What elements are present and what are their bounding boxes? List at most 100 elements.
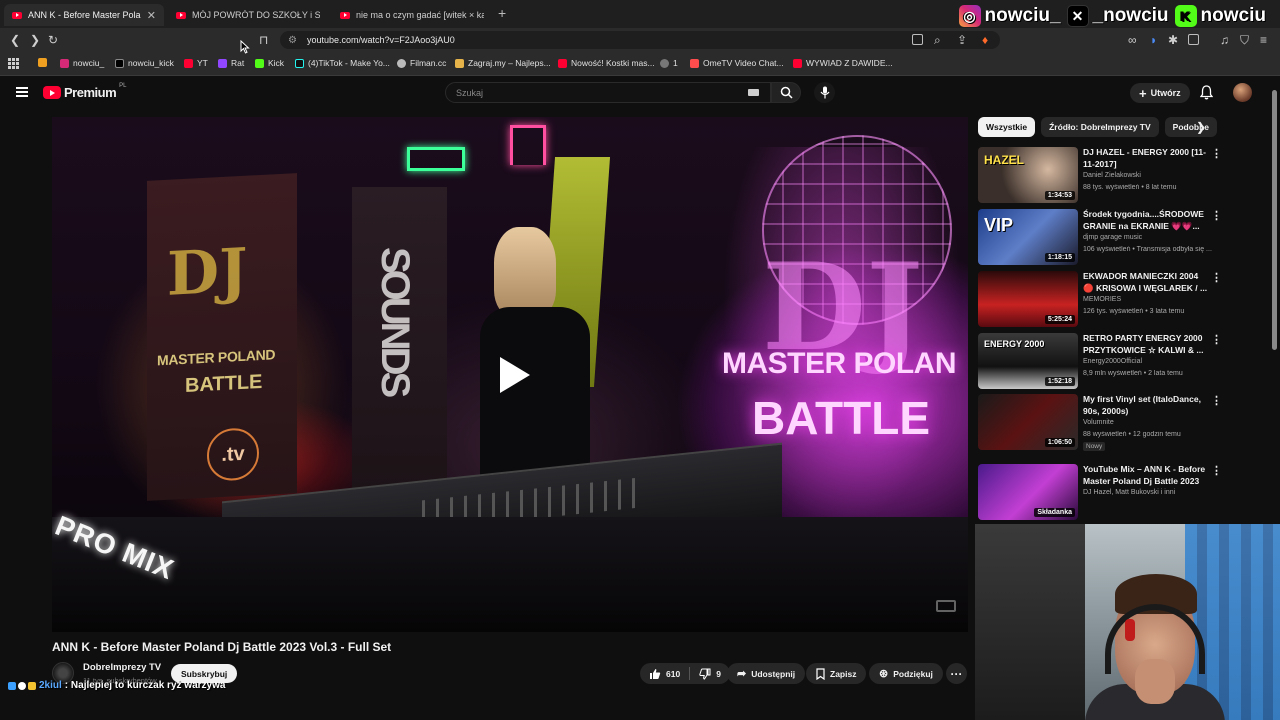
zoom-icon[interactable]: ⌕ [934, 33, 941, 48]
create-button[interactable]: + Utwórz [1130, 83, 1190, 103]
recommendation-channel[interactable]: MEMORIES [1083, 296, 1121, 303]
bookmark-rat[interactable]: Rat [218, 58, 244, 68]
browser-tab-2[interactable]: MÓJ POWRÓT DO SZKOŁY i SMUTNY [168, 4, 328, 26]
search-input[interactable]: Szukaj [445, 82, 771, 103]
recommendation-item[interactable]: ENERGY 2000 1:52:18 RETRO PARTY ENERGY 2… [978, 333, 1223, 391]
youtube-premium-logo[interactable]: Premium PL [43, 83, 126, 100]
kebab-menu-icon[interactable]: ⋮ [1211, 271, 1222, 284]
video-thumbnail[interactable]: HAZEL 1:34:53 [978, 147, 1078, 203]
site-info-icon[interactable]: ⚙ [288, 35, 297, 46]
chip-similar[interactable]: Podobne [1164, 117, 1218, 137]
browser-tab-title: ANN K - Before Master Polan [28, 10, 141, 20]
bookmark-yt[interactable]: YT [184, 58, 208, 68]
recommendation-channel[interactable]: Daniel Zielakowski [1083, 172, 1141, 179]
bookmark-tiktok[interactable]: (4)TikTok - Make Yo... [295, 58, 390, 68]
player-cast-icon[interactable] [936, 600, 956, 612]
video-thumbnail[interactable]: Składanka [978, 464, 1078, 520]
url-field[interactable]: ⚙ youtube.com/watch?v=F2JAoo3jAU0 [280, 31, 1000, 49]
keyboard-icon[interactable] [748, 89, 759, 96]
extensions-icon[interactable]: ✱ [1168, 33, 1178, 47]
recommendation-channel[interactable]: DJ Hazel, Matt Bukovski i inni [1083, 489, 1175, 496]
recommendation-title[interactable]: DJ HAZEL - ENERGY 2000 [11-11-2017] [1083, 147, 1208, 170]
bookmark-globe[interactable]: 1 [660, 58, 678, 68]
sidebar-toggle-icon[interactable] [1188, 34, 1199, 45]
youtube-favicon-icon [176, 11, 186, 19]
recommendation-channel[interactable]: Volumnite [1083, 419, 1114, 426]
thumbnail-text: ENERGY 2000 [984, 339, 1045, 349]
video-player[interactable]: DJ MASTER POLAND BATTLE .tv SOUNDS DJ MA… [52, 117, 968, 632]
play-icon[interactable] [496, 355, 532, 395]
video-thumbnail[interactable]: VIP 1:18:15 [978, 209, 1078, 265]
reload-icon[interactable]: ↻ [48, 33, 58, 47]
recommendation-title[interactable]: EKWADOR MANIECZKI 2004 🔴 KRISOWA I WĘGLA… [1083, 271, 1208, 294]
account-avatar[interactable] [1233, 83, 1252, 102]
chat-username: 2kiul [39, 680, 62, 691]
bookmark-filman[interactable]: Filman.cc [397, 58, 446, 68]
kebab-menu-icon[interactable]: ⋮ [1211, 147, 1222, 160]
thanks-button[interactable]: ⊛ Podziękuj [869, 663, 943, 684]
bookmark-x[interactable]: nowciu_kick [115, 58, 174, 68]
back-arrow-icon[interactable]: ❮ [10, 33, 20, 47]
page-scrollbar[interactable] [1272, 90, 1277, 350]
forward-arrow-icon[interactable]: ❯ [30, 33, 40, 47]
hamburger-menu-icon[interactable] [16, 87, 28, 97]
kebab-menu-icon[interactable]: ⋮ [1211, 333, 1222, 346]
channel-name[interactable]: DobreImprezy TV [83, 662, 161, 673]
recommendation-title[interactable]: YouTube Mix – ANN K - Before Master Pola… [1083, 464, 1208, 487]
bookmark-kick[interactable]: Kick [255, 58, 284, 68]
recommendation-item[interactable]: VIP 1:18:15 Środek tygodnia....ŚRODOWE G… [978, 209, 1223, 267]
recommendation-title[interactable]: Środek tygodnia....ŚRODOWE GRANIE na EKR… [1083, 209, 1208, 232]
youtube-logo-icon [43, 86, 61, 99]
apps-grid-icon[interactable] [8, 58, 19, 69]
more-options-icon[interactable]: ··· [946, 663, 967, 684]
recommendation-item[interactable]: HAZEL 1:34:53 DJ HAZEL - ENERGY 2000 [11… [978, 147, 1223, 205]
video-thumbnail[interactable]: ENERGY 2000 1:52:18 [978, 333, 1078, 389]
menu-icon[interactable]: ≡ [1260, 33, 1267, 47]
recommendation-item[interactable]: 1:06:50 My first Vinyl set (ItaloDance, … [978, 394, 1223, 452]
video-duration: 1:18:15 [1044, 253, 1075, 262]
shield-icon[interactable]: ⛉ [1240, 33, 1249, 48]
cast-icon[interactable] [912, 34, 923, 45]
chips-next-arrow-icon[interactable]: ❯ [1196, 120, 1206, 134]
dislike-button[interactable]: 9 [690, 663, 730, 684]
chip-all[interactable]: Wszystkie [978, 117, 1036, 137]
kebab-menu-icon[interactable]: ⋮ [1211, 464, 1222, 477]
bookmark-instagram[interactable]: nowciu_ [60, 58, 104, 68]
bookmark-kostki[interactable]: Nowość! Kostki mas... [558, 58, 655, 68]
instagram-icon [60, 58, 69, 68]
new-tab-button[interactable]: + [498, 5, 506, 21]
bookmark-icon[interactable]: ⊓ [259, 33, 268, 47]
video-thumbnail[interactable]: 5:25:24 [978, 271, 1078, 327]
wallet-icon[interactable]: ◗ [1150, 33, 1157, 47]
bookmark-ometv[interactable]: OmeTV Video Chat... [690, 58, 784, 68]
bookmark-zagraj[interactable]: Zagraj.my – Najleps... [455, 58, 551, 68]
recommendation-item[interactable]: Składanka YouTube Mix – ANN K - Before M… [978, 464, 1223, 522]
save-button[interactable]: Zapisz [806, 663, 867, 684]
recommendation-title[interactable]: My first Vinyl set (ItaloDance, 90s, 200… [1083, 394, 1208, 417]
thumbnail-text: VIP [984, 215, 1014, 235]
notifications-bell-icon[interactable] [1200, 85, 1213, 100]
recommendation-channel[interactable]: Energy2000Official [1083, 358, 1142, 365]
close-tab-icon[interactable]: ✕ [147, 9, 156, 22]
kebab-menu-icon[interactable]: ⋮ [1211, 394, 1222, 407]
bookmark-wywiad[interactable]: WYWIAD Z DAWIDE... [793, 58, 893, 68]
vpn-icon[interactable]: ∞ [1128, 33, 1137, 47]
like-button[interactable]: 610 [640, 663, 689, 684]
recommendation-item[interactable]: 5:25:24 EKWADOR MANIECZKI 2004 🔴 KRISOWA… [978, 271, 1223, 329]
recommendation-channel[interactable]: djmp garage music [1083, 234, 1142, 241]
share-button[interactable]: ➦ Udostępnij [727, 663, 806, 684]
video-thumbnail[interactable]: 1:06:50 [978, 394, 1078, 450]
media-icon[interactable]: ♫ [1220, 33, 1229, 47]
voice-search-button[interactable] [814, 82, 835, 103]
sponsor-stand: SOUNDS [352, 187, 447, 517]
chip-source[interactable]: Źródło: DobreImprezy TV [1041, 117, 1159, 137]
bookmark-rss[interactable] [38, 58, 47, 67]
browser-tab-3[interactable]: nie ma o czym gadać [witek × kasix × [332, 4, 492, 26]
kebab-menu-icon[interactable]: ⋮ [1211, 209, 1222, 222]
browser-tab-1[interactable]: ANN K - Before Master Polan ✕ [4, 4, 164, 26]
share-icon[interactable]: ⇪ [957, 33, 967, 47]
search-button[interactable] [771, 82, 801, 103]
banner-line-1: MASTER POLAND [157, 346, 276, 369]
brave-shield-icon[interactable]: ♦ [982, 33, 988, 47]
recommendation-title[interactable]: RETRO PARTY ENERGY 2000 PRZYTKOWICE ☆ KA… [1083, 333, 1208, 356]
